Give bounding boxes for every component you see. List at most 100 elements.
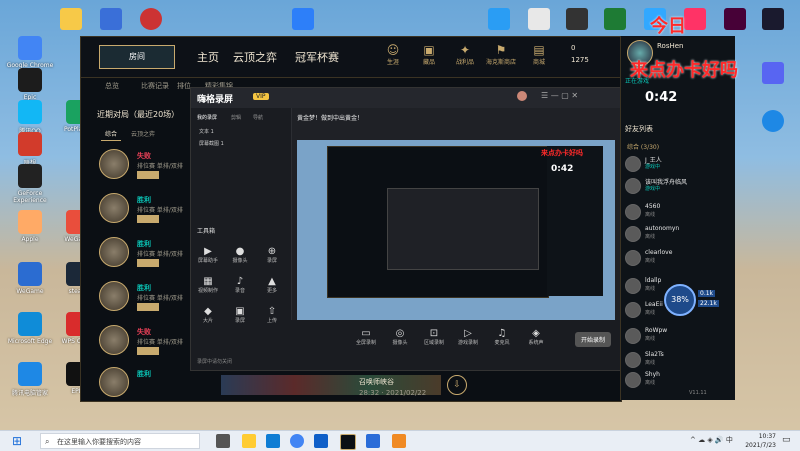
store-tab[interactable]: ▤ 商城 [521,43,557,66]
start-record-button[interactable]: 开始录制 [575,332,612,347]
camera-icon: ◎ [395,328,405,339]
tool-item[interactable]: ▶ 屏幕助手 [195,246,221,264]
match-result: 胜利 [137,240,151,248]
tool-item[interactable]: ◆ 大片 [195,306,221,324]
desktop-icon[interactable] [140,8,162,30]
tool-icon: ▲ [268,276,276,287]
avatar[interactable] [517,91,527,101]
match-tab-all[interactable]: 综合 [101,127,122,141]
desktop-icon[interactable]: WeGame [4,262,56,295]
tool-item[interactable]: ▣ 录屏 [227,306,253,324]
match-row[interactable]: 胜利 [95,367,195,401]
desktop-icon[interactable] [292,8,314,30]
desktop-icon[interactable] [528,8,550,30]
match-row[interactable]: 失败 排位赛 单排/双排 [95,149,195,183]
desktop-icon[interactable]: Google Chrome [4,36,56,69]
friend-item[interactable]: 4560 离线 [625,202,735,220]
tab-edit[interactable]: 剪辑 [231,114,241,121]
desktop-icon[interactable] [762,110,784,132]
tool-item[interactable]: ♪ 录音 [227,276,253,294]
friend-item[interactable]: Shyh 离线 [625,370,735,388]
desktop-icon[interactable] [762,62,784,84]
nav-tft[interactable]: 云顶之弈 [233,49,277,65]
desktop-icon[interactable]: 腾讯电脑管家 [4,362,56,397]
friend-item[interactable]: Sla2Ts 离线 [625,350,735,368]
friend-item[interactable]: RoWpw 离线 [625,326,735,344]
match-result: 胜利 [137,284,151,292]
desktop-icon[interactable]: Epic [4,68,56,101]
notification-icon[interactable]: ▭ [782,435,791,445]
record-btn[interactable]: ▷ 游戏录制 [451,328,485,346]
recorder-taskbar-icon[interactable] [392,434,406,448]
desktop-icon[interactable]: 联想 [4,132,56,167]
window-controls[interactable]: ☰ — ▢ ✕ [541,91,578,100]
download-icon[interactable]: ⇩ [447,375,467,395]
taskbar-search[interactable]: ⌕ 在这里输入你要搜索的内容 [40,433,200,449]
desktop-icon[interactable]: 腾讯QQ [4,100,56,135]
tray-icons[interactable]: ^ ☁ ◈ 🔊 中 [690,435,733,445]
nav-clash[interactable]: 冠军杯赛 [295,49,339,65]
desktop-icon[interactable] [566,8,588,30]
profile-tab[interactable]: ☺ 生涯 [375,43,411,66]
subtab-match-history[interactable]: 比赛记录 [141,81,169,91]
friend-item[interactable]: J_王人 游戏中 [625,154,735,172]
system-clock[interactable]: 10:37 2021/7/23 [732,432,776,450]
friends-group[interactable]: 综合 (3/30) [627,142,659,151]
preview-recorder-window [387,188,539,270]
desktop-icon[interactable] [488,8,510,30]
edge-icon[interactable] [266,434,280,448]
tool-item[interactable]: ▦ 视频制作 [195,276,221,294]
desktop-icon[interactable] [60,8,82,30]
desktop-icon[interactable]: Microsoft Edge [4,312,56,345]
match-result: 失败 [137,328,151,336]
record-btn[interactable]: ▭ 全屏录制 [349,328,383,346]
desktop-icon[interactable]: Apple [4,210,56,243]
desktop-icon[interactable] [604,8,626,30]
subtab-ranked[interactable]: 排位 [177,81,191,91]
tool-item[interactable]: ● 摄像头 [227,246,253,264]
subtab-overview[interactable]: 总览 [105,81,119,91]
record-btn[interactable]: ◎ 摄像头 [383,328,417,346]
hextech-shop-tab[interactable]: ⚑ 海克斯商店 [483,43,519,66]
file-item[interactable]: 文本 1 [199,128,214,135]
nav-home[interactable]: 主页 [197,49,219,65]
file-explorer-icon[interactable] [242,434,256,448]
match-row[interactable]: 胜利 排位赛 单排/双排 [95,193,195,227]
match-row[interactable]: 失败 排位赛 单排/双排 [95,325,195,359]
match-row[interactable]: 胜利 排位赛 单排/双排 [95,281,195,315]
desktop-icon[interactable] [724,8,746,30]
record-btn[interactable]: ⊡ 区域录制 [417,328,451,346]
windows-start-icon[interactable]: ⊞ [12,434,22,448]
desktop-icon[interactable] [684,8,706,30]
friend-item[interactable]: clearlove 离线 [625,248,735,266]
desktop-icon[interactable]: GeForce Experience [4,164,56,204]
friend-item[interactable]: 该叫我浮舟临风 游戏中 [625,176,735,194]
record-btn[interactable]: ♫ 麦克风 [485,328,519,346]
app-icon[interactable] [366,434,380,448]
tab-nav[interactable]: 导航 [253,114,263,121]
tool-item[interactable]: ⇧ 上传 [259,306,285,324]
chrome-icon[interactable] [290,434,304,448]
store-icon[interactable] [314,434,328,448]
task-view-icon[interactable] [216,434,230,448]
fullscreen-icon: ▭ [361,328,371,339]
match-tab-tft[interactable]: 云顶之弈 [127,127,159,140]
desktop-icon[interactable] [100,8,122,30]
items-strip [137,259,159,267]
match-row[interactable]: 胜利 排位赛 单排/双排 [95,237,195,271]
friend-item[interactable]: autonomyn 离线 [625,224,735,242]
record-btn[interactable]: ◈ 系统声 [519,328,553,346]
overlay-line2: 来点办卡好吗 [630,60,738,81]
avatar [625,226,641,242]
tool-item[interactable]: ▲ 更多 [259,276,285,294]
tab-recordings[interactable]: 我的录屏 [197,114,217,121]
file-item[interactable]: 屏幕截图 1 [199,140,224,147]
desktop-icon[interactable] [762,8,784,30]
loot-tab[interactable]: ✦ 战利品 [447,43,483,66]
play-button[interactable]: 房间 [99,45,175,69]
tool-item[interactable]: ⊕ 录屏 [259,246,285,264]
lol-icon[interactable] [340,434,356,450]
collection-tab[interactable]: ▣ 藏品 [411,43,447,66]
loot-icon: ✦ [459,43,471,57]
speed-widget[interactable]: 38% [664,284,696,316]
